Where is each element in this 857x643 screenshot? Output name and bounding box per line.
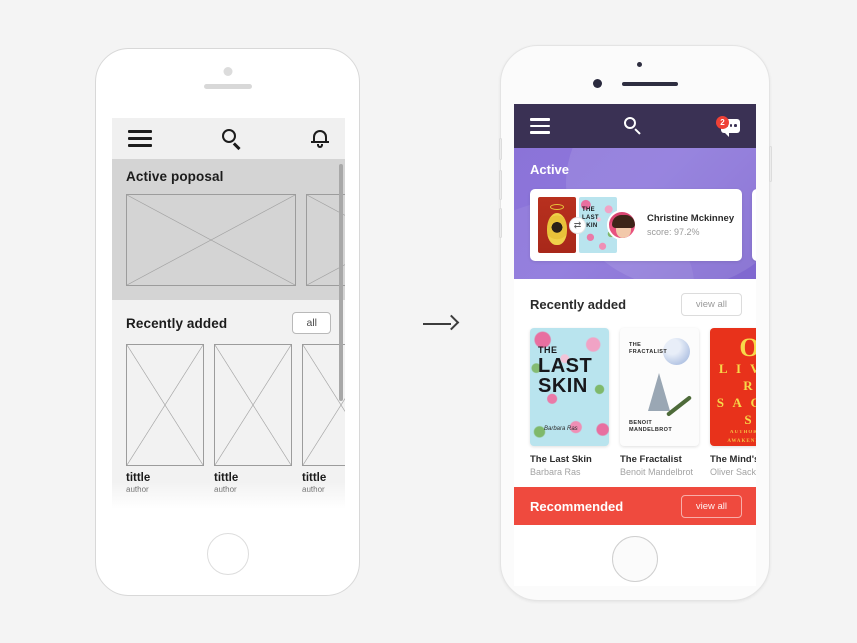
active-section-title: Active (530, 162, 570, 177)
scrollbar[interactable] (338, 164, 343, 401)
cover-signature: Barbara Ras (544, 426, 578, 432)
recommended-title: Recommended (530, 498, 624, 514)
image-placeholder (126, 344, 204, 466)
power-button[interactable] (768, 146, 772, 182)
proximity-sensor-icon (637, 62, 642, 67)
proposal-user-name: Christine Mckinney (647, 212, 735, 224)
hamburger-menu-icon[interactable] (128, 130, 152, 147)
book-list-item[interactable]: O L I V E R S A C K S AUTHOR OF AWAKENIN… (710, 328, 756, 477)
home-button[interactable] (206, 533, 249, 575)
book-title: The Fractalist (620, 454, 682, 465)
chat-bubble-icon[interactable]: 2 (716, 116, 740, 137)
book-list-item[interactable]: THE FRACTALIST BENOIT MANDELBROT The Fract… (620, 328, 699, 477)
cover-line-2: LAST (538, 355, 593, 377)
book-author: Barbara Ras (530, 467, 581, 477)
the-last-skin-book-cover: THE LAST SKIN Barbara Ras (530, 328, 609, 446)
search-icon[interactable] (221, 128, 242, 150)
cover-title-text: THE FRACTALIST (629, 342, 668, 355)
cover-row: O (739, 333, 756, 362)
book-author: Benoit Mandelbrot (620, 467, 694, 477)
book-author: Oliver Sacks (710, 467, 756, 477)
wireframe-app-header (112, 118, 345, 159)
recently-added-title: Recently added (530, 297, 627, 312)
section-recommended: Recommended view all (514, 487, 756, 525)
cover-line-3: SKIN (538, 375, 588, 397)
section-active: Active ⇄ THE LAST SKIN Christine Mckinne… (514, 148, 756, 279)
cover-cone-graphic (648, 373, 670, 411)
hamburger-menu-icon[interactable] (530, 118, 550, 134)
image-placeholder[interactable] (126, 194, 296, 286)
wireframe-recent-title: Recently added (126, 315, 228, 331)
bell-icon[interactable] (311, 129, 329, 149)
active-proposal-card[interactable]: ANTHONY BURGESS A CLOCKWORK ORANGE (752, 189, 756, 261)
book-list-item[interactable]: THE LAST SKIN Barbara Ras The Last Skin … (530, 328, 609, 477)
highfidelity-phone-mockup: 2 Active ⇄ THE LAST SKIN Christine Mckin… (498, 45, 772, 601)
active-proposal-card[interactable]: ⇄ THE LAST SKIN Christine Mckinney score: … (530, 189, 743, 261)
wireframe-phone-mockup: Active poposal Recently added all tittle (95, 48, 360, 596)
phone-top-bezel (501, 46, 769, 106)
book-title: The Last Skin (530, 454, 592, 465)
wireframe-all-button[interactable]: all (292, 312, 331, 334)
wireframe-list-item[interactable]: tittle author (214, 344, 292, 494)
proposal-score: score: 97.2% (647, 227, 700, 238)
the-fractalist-book-cover: THE FRACTALIST BENOIT MANDELBROT (620, 328, 699, 446)
section-recently-added: Recently added view all THE LAST SKIN Ba… (514, 279, 756, 487)
earpiece-speaker (622, 82, 678, 86)
recently-added-view-all-button[interactable]: view all (680, 293, 742, 316)
arrow-right-icon (423, 312, 460, 336)
wireframe-list-item[interactable]: tittle author (126, 344, 204, 494)
wireframe-section-active: Active poposal (112, 159, 345, 300)
front-camera-icon (593, 79, 602, 88)
swap-icon[interactable]: ⇄ (569, 216, 586, 234)
home-button[interactable] (612, 536, 658, 582)
cover-row: AUTHOR OF AWAKENINGS (727, 430, 756, 444)
app-header: 2 (514, 104, 756, 148)
cover-eyechart-text: O L I V E R S A C K S AUTHOR OF AWAKENIN… (710, 333, 756, 446)
app-screen: 2 Active ⇄ THE LAST SKIN Christine Mckin… (514, 104, 756, 586)
cover-row: S A C K S (716, 395, 756, 427)
recommended-view-all-button[interactable]: view all (680, 494, 742, 518)
wireframe-section-recently-added: Recently added all tittle author (112, 300, 345, 510)
wireframe-active-title: Active poposal (126, 169, 224, 184)
search-icon[interactable] (624, 117, 642, 135)
avatar[interactable] (607, 210, 637, 240)
comparison-canvas: Active poposal Recently added all tittle (0, 0, 857, 643)
silent-switch[interactable] (498, 138, 502, 160)
screen-fade-overlay (112, 482, 345, 516)
the-minds-eye-book-cover: O L I V E R S A C K S AUTHOR OF AWAKENIN… (710, 328, 756, 446)
image-placeholder (214, 344, 292, 466)
book-title: The Mind's Eye (710, 454, 756, 465)
volume-down-button[interactable] (498, 208, 502, 238)
cover-row: L I V E R (718, 361, 756, 393)
cover-author-text: BENOIT MANDELBROT (629, 420, 673, 433)
front-camera-icon (223, 67, 232, 76)
wireframe-screen: Active poposal Recently added all tittle (112, 118, 345, 516)
earpiece-speaker (203, 84, 252, 89)
messages-badge: 2 (716, 116, 729, 129)
volume-up-button[interactable] (498, 170, 502, 200)
